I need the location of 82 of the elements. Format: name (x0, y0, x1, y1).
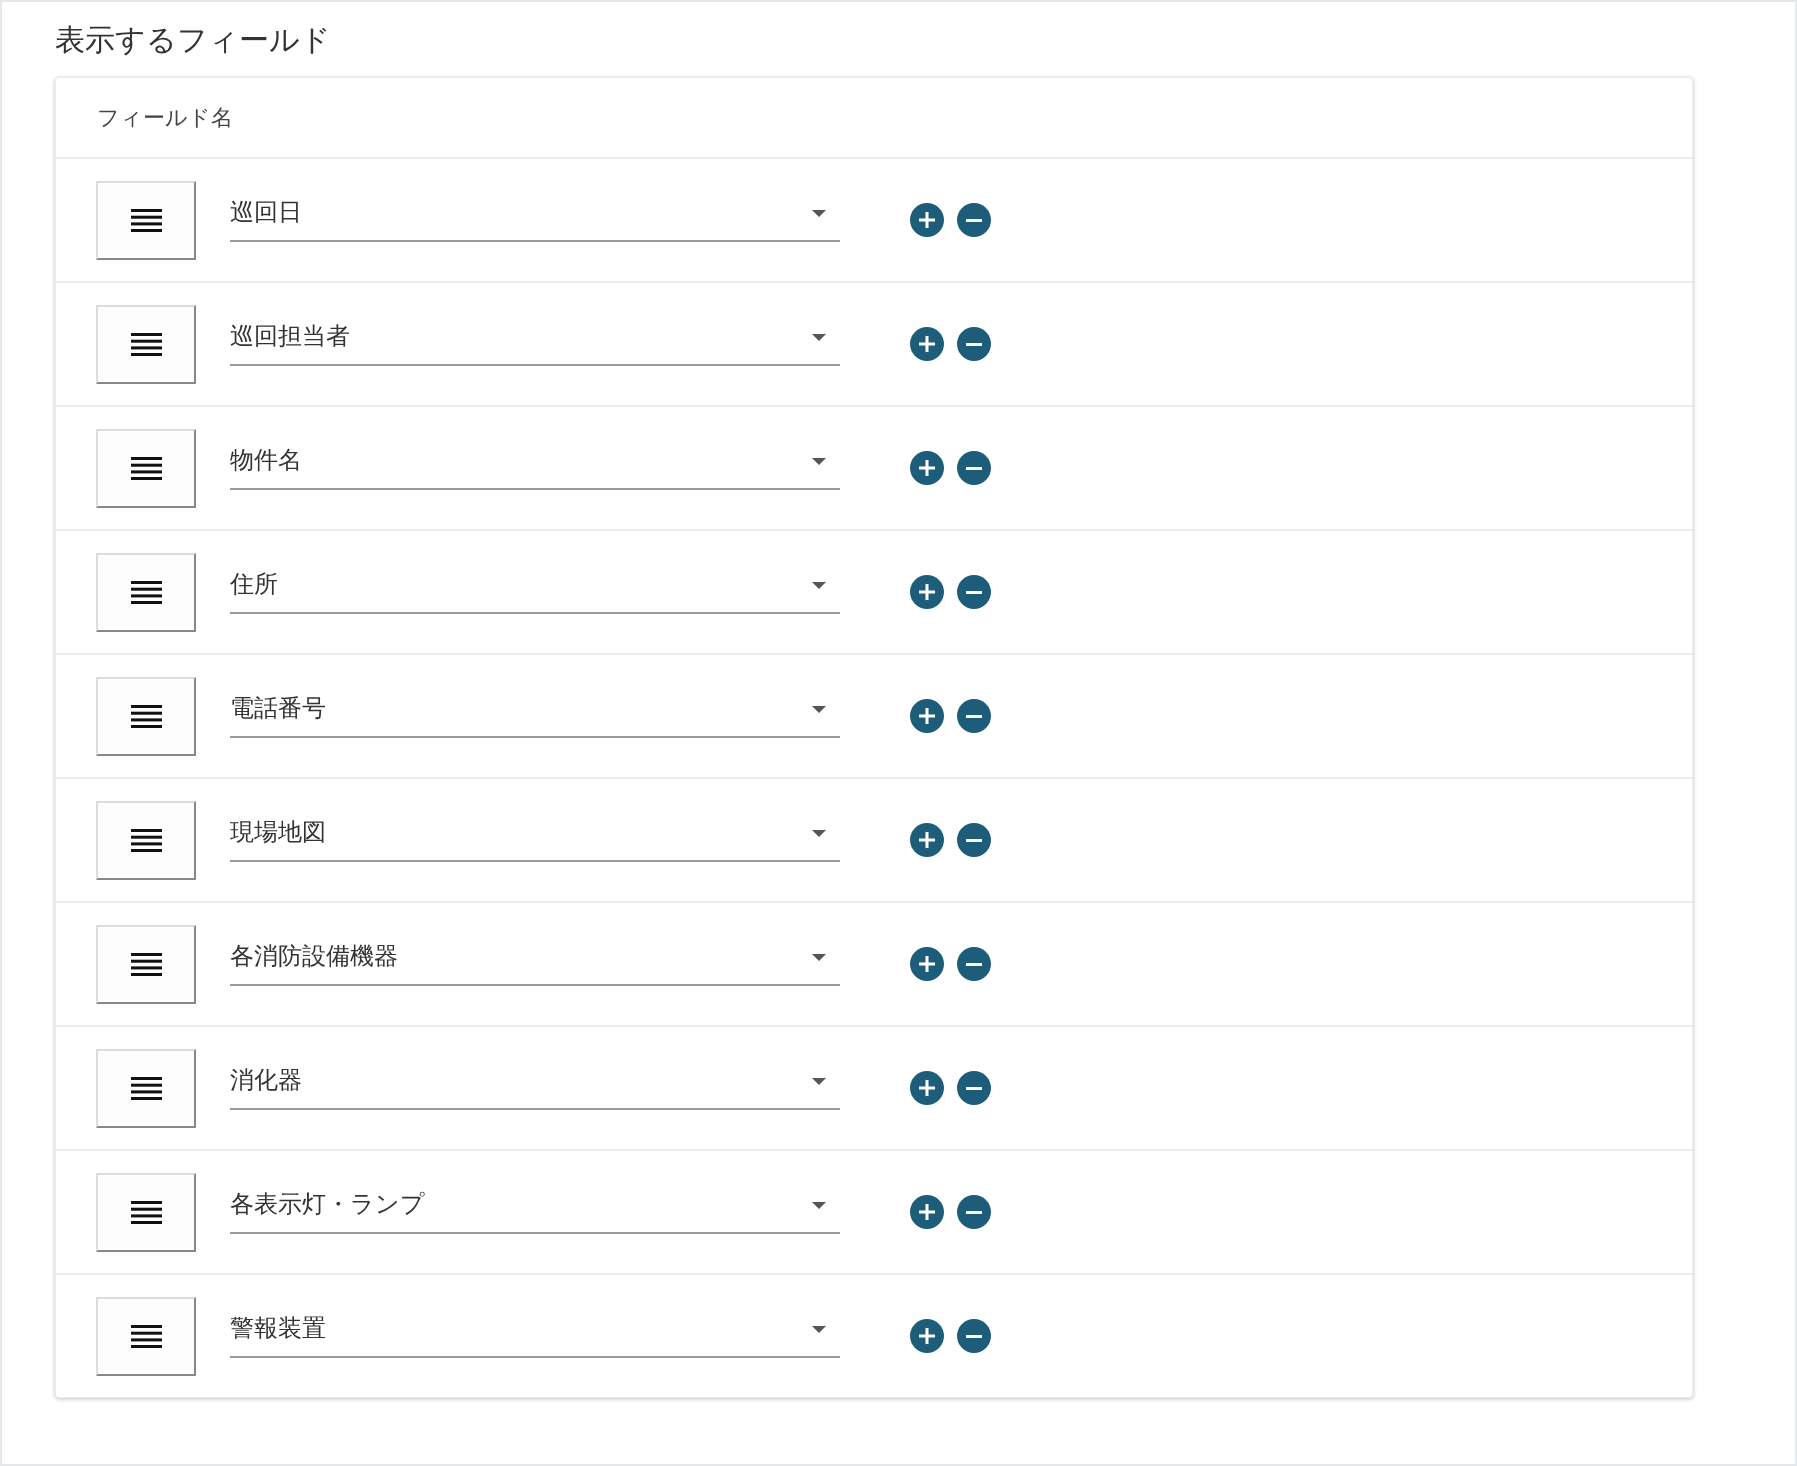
add-button[interactable] (910, 1319, 944, 1353)
minus-icon (966, 1334, 982, 1338)
remove-button[interactable] (957, 1071, 991, 1105)
hamburger-icon (130, 456, 162, 480)
field-select[interactable]: 電話番号 (230, 686, 840, 738)
drag-handle-button[interactable] (96, 180, 196, 260)
add-button[interactable] (910, 823, 944, 857)
minus-icon (966, 1086, 982, 1090)
minus-icon (966, 962, 982, 966)
plus-icon (919, 584, 935, 600)
page-title: 表示するフィールド (55, 21, 331, 59)
field-select[interactable]: 警報装置 (230, 1306, 840, 1358)
plus-icon (919, 1328, 935, 1344)
caret-down-icon (812, 1325, 826, 1333)
minus-icon (966, 342, 982, 346)
plus-icon (919, 956, 935, 972)
add-button[interactable] (910, 699, 944, 733)
drag-handle-button[interactable] (96, 304, 196, 384)
drag-handle-button[interactable] (96, 428, 196, 508)
field-select[interactable]: 各消防設備機器 (230, 934, 840, 986)
field-select[interactable]: 現場地図 (230, 810, 840, 862)
hamburger-icon (130, 952, 162, 976)
remove-button[interactable] (957, 823, 991, 857)
add-button[interactable] (910, 451, 944, 485)
hamburger-icon (130, 828, 162, 852)
field-select[interactable]: 各表示灯・ランプ (230, 1182, 840, 1234)
remove-button[interactable] (957, 327, 991, 361)
remove-button[interactable] (957, 947, 991, 981)
caret-down-icon (812, 829, 826, 837)
add-button[interactable] (910, 575, 944, 609)
drag-handle-button[interactable] (96, 552, 196, 632)
drag-handle-button[interactable] (96, 800, 196, 880)
hamburger-icon (130, 1324, 162, 1348)
field-select[interactable]: 住所 (230, 562, 840, 614)
field-select[interactable]: 巡回日 (230, 190, 840, 242)
caret-down-icon (812, 1201, 826, 1209)
plus-icon (919, 832, 935, 848)
caret-down-icon (812, 953, 826, 961)
add-button[interactable] (910, 1195, 944, 1229)
minus-icon (966, 1210, 982, 1214)
plus-icon (919, 708, 935, 724)
remove-button[interactable] (957, 699, 991, 733)
hamburger-icon (130, 1200, 162, 1224)
minus-icon (966, 714, 982, 718)
caret-down-icon (812, 333, 826, 341)
column-header: フィールド名 (97, 103, 233, 132)
caret-down-icon (812, 1077, 826, 1085)
caret-down-icon (812, 581, 826, 589)
caret-down-icon (812, 209, 826, 217)
drag-handle-button[interactable] (96, 1296, 196, 1376)
add-button[interactable] (910, 1071, 944, 1105)
add-button[interactable] (910, 327, 944, 361)
remove-button[interactable] (957, 1319, 991, 1353)
drag-handle-button[interactable] (96, 1048, 196, 1128)
field-select[interactable]: 巡回担当者 (230, 314, 840, 366)
drag-handle-button[interactable] (96, 1172, 196, 1252)
hamburger-icon (130, 332, 162, 356)
hamburger-icon (130, 580, 162, 604)
remove-button[interactable] (957, 203, 991, 237)
add-button[interactable] (910, 203, 944, 237)
plus-icon (919, 212, 935, 228)
plus-icon (919, 1080, 935, 1096)
drag-handle-button[interactable] (96, 676, 196, 756)
plus-icon (919, 460, 935, 476)
hamburger-icon (130, 704, 162, 728)
remove-button[interactable] (957, 451, 991, 485)
remove-button[interactable] (957, 575, 991, 609)
add-button[interactable] (910, 947, 944, 981)
remove-button[interactable] (957, 1195, 991, 1229)
hamburger-icon (130, 1076, 162, 1100)
field-select[interactable]: 消化器 (230, 1058, 840, 1110)
field-select[interactable]: 物件名 (230, 438, 840, 490)
drag-handle-button[interactable] (96, 924, 196, 1004)
minus-icon (966, 590, 982, 594)
minus-icon (966, 218, 982, 222)
hamburger-icon (130, 208, 162, 232)
plus-icon (919, 336, 935, 352)
minus-icon (966, 838, 982, 842)
minus-icon (966, 466, 982, 470)
plus-icon (919, 1204, 935, 1220)
caret-down-icon (812, 457, 826, 465)
caret-down-icon (812, 705, 826, 713)
